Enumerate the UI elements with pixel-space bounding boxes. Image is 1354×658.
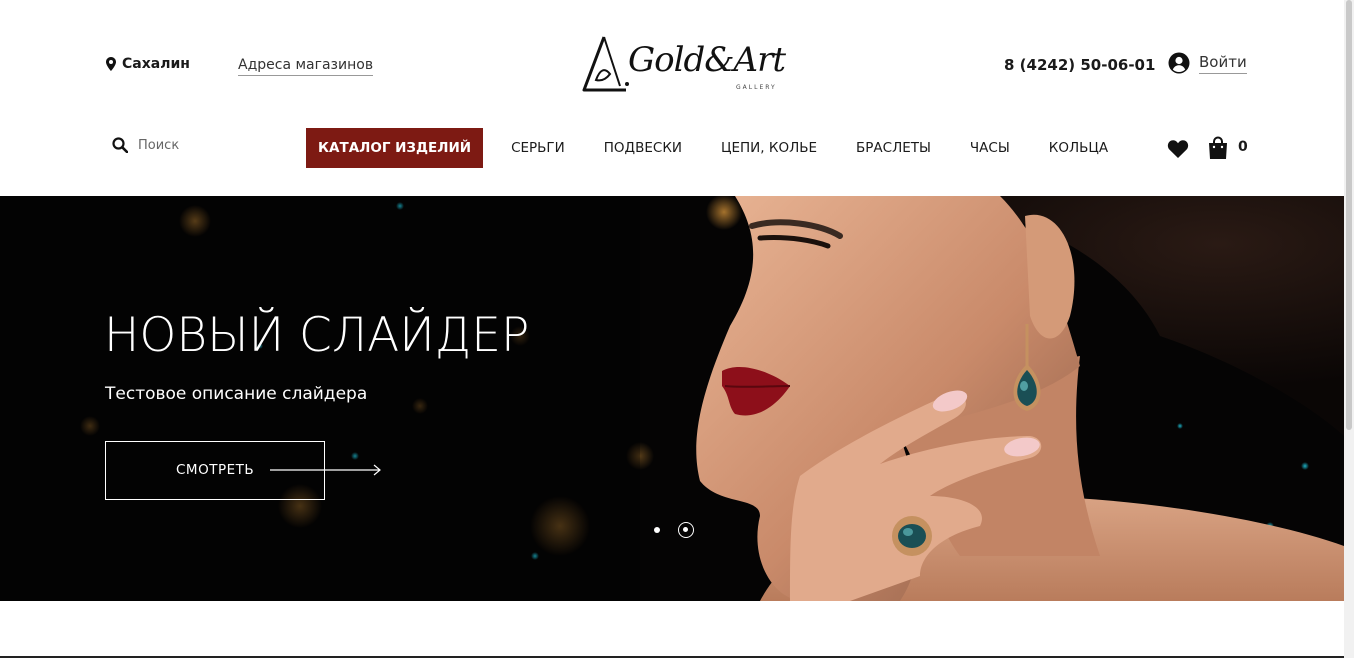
heart-icon[interactable] [1167,139,1189,159]
city-label: Сахалин [122,56,190,72]
slider-dot-1[interactable] [654,527,660,533]
store-addresses-link[interactable]: Адреса магазинов [238,57,374,76]
logo-wordmark: Gold&Art [628,40,786,80]
slider-view-button-label: СМОТРЕТЬ [176,462,255,478]
city-selector[interactable]: Сахалин [106,56,190,72]
long-arrow-right-icon [270,464,381,476]
search-icon[interactable] [112,137,128,153]
shopping-bag-icon [1209,136,1227,159]
nav-item-bracelets[interactable]: БРАСЛЕТЫ [856,140,931,156]
phone-number[interactable]: 8 (4242) 50-06-01 [1004,56,1155,74]
scrollbar-thumb[interactable] [1346,0,1352,430]
slider-pagination [654,522,694,538]
site-header: Сахалин Адреса магазинов Gold&Art GALLER… [0,0,1344,196]
slider-description: Тестовое описание слайдера [105,384,368,404]
user-circle-icon [1168,52,1190,74]
search-box [112,137,288,153]
nav-item-pendants[interactable]: ПОДВЕСКИ [604,140,682,156]
login-label: Войти [1199,53,1247,74]
cart-button[interactable]: 0 [1208,136,1248,160]
cart-count: 0 [1238,139,1248,155]
nav-item-catalog[interactable]: КАТАЛОГ ИЗДЕЛИЙ [306,128,484,168]
login-button[interactable]: Войти [1168,52,1247,74]
main-nav: КАТАЛОГ ИЗДЕЛИЙ СЕРЬГИ ПОДВЕСКИ ЦЕПИ, КО… [306,128,1108,168]
page-scrollbar[interactable] [1344,0,1354,658]
slider-title: НОВЫЙ СЛАЙДЕР [104,308,530,363]
logo-subtitle: GALLERY [736,84,777,91]
nav-item-earrings[interactable]: СЕРЬГИ [511,140,565,156]
map-pin-icon [106,57,116,71]
hero-slider: НОВЫЙ СЛАЙДЕР Тестовое описание слайдера… [0,196,1344,601]
nav-item-rings[interactable]: КОЛЬЦА [1049,140,1108,156]
slider-view-button[interactable]: СМОТРЕТЬ [105,441,381,500]
search-input[interactable] [138,137,288,153]
slider-dot-2[interactable] [678,522,694,538]
nav-item-chains-necklaces[interactable]: ЦЕПИ, КОЛЬЕ [721,140,817,156]
site-logo[interactable]: Gold&Art GALLERY [580,34,800,96]
nav-item-watches[interactable]: ЧАСЫ [970,140,1010,156]
